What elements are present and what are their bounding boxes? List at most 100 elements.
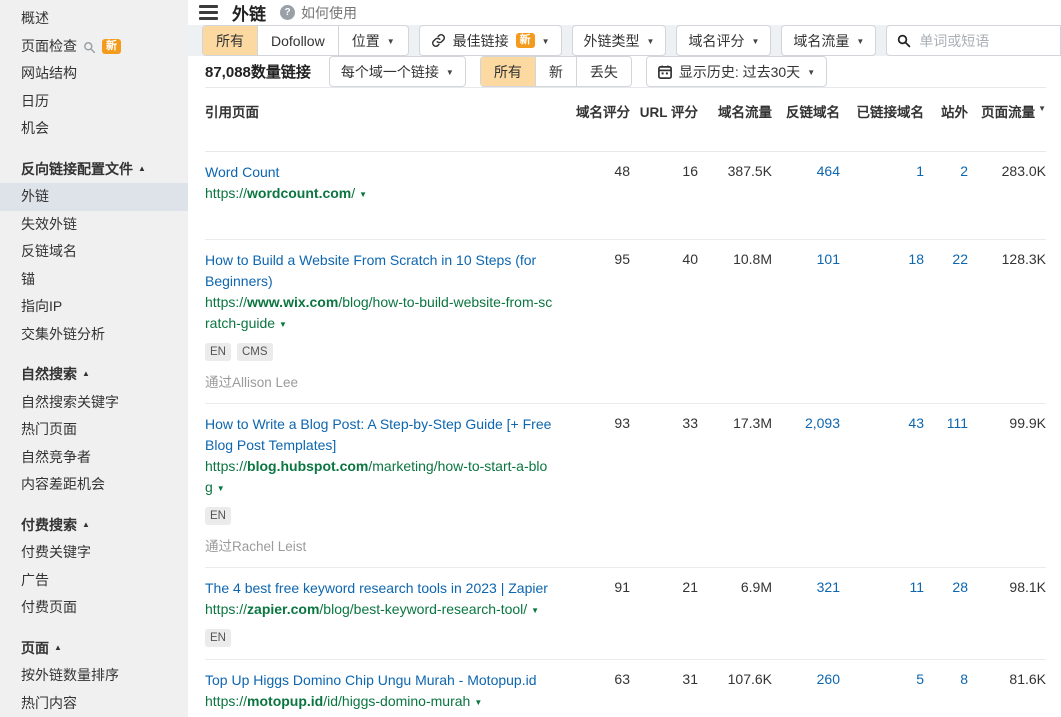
col-linked-domains[interactable]: 已链接域名 [840,101,924,121]
help-link[interactable]: ? 如何使用 [280,3,357,23]
filter-dofollow[interactable]: Dofollow [258,26,339,55]
status-lost[interactable]: 丢失 [577,57,631,86]
referring-domains-link[interactable]: 2,093 [772,414,840,431]
external-links-link[interactable]: 22 [924,250,968,267]
external-links-link[interactable]: 2 [924,162,968,179]
sidebar-section-organic-search[interactable]: 自然搜索 ▲ [0,361,188,389]
domain-rating-value: 91 [564,578,630,595]
menu-icon[interactable] [199,5,218,20]
sidebar-item-overview[interactable]: 概述 [0,5,188,33]
sidebar-item-site-structure[interactable]: 网站结构 [0,60,188,88]
referring-domains-link[interactable]: 321 [772,578,840,595]
status-all[interactable]: 所有 [481,57,536,86]
filter-all[interactable]: 所有 [203,26,258,55]
sidebar-item-organic-competitors[interactable]: 自然竞争者 [0,444,188,472]
external-links-link[interactable]: 111 [924,414,968,431]
search-input[interactable] [919,33,1061,49]
filter-position-dropdown[interactable]: 位置 ▼ [339,26,408,55]
sidebar-item-content-gap[interactable]: 内容差距机会 [0,471,188,499]
col-domain-rating[interactable]: 域名评分 [564,101,630,121]
table-row: How to Build a Website From Scratch in 1… [205,240,1046,404]
best-links-dropdown[interactable]: 最佳链接 新 ▼ [419,25,562,56]
referring-page-url[interactable]: https://www.wix.com/blog/how-to-build-we… [205,292,554,336]
caret-down-icon: ▼ [647,37,655,46]
linked-domains-link[interactable]: 43 [840,414,924,431]
caret-down-icon[interactable]: ▼ [217,484,225,493]
referring-page-link[interactable]: The 4 best free keyword research tools i… [205,578,554,599]
sidebar-item-link-intersect[interactable]: 交集外链分析 [0,321,188,349]
sidebar-item-top-content[interactable]: 热门内容 [0,690,188,717]
sidebar-item-paid-keywords[interactable]: 付费关键字 [0,539,188,567]
caret-down-icon: ▼ [387,37,395,46]
search-icon [83,41,96,54]
table-header: 引用页面 域名评分 URL 评分 域名流量 反链域名 已链接域名 站外 页面流量… [205,87,1046,152]
caret-down-icon[interactable]: ▼ [531,606,539,615]
linked-domains-link[interactable]: 11 [840,578,924,595]
calendar-icon [658,65,672,79]
referring-page-link[interactable]: How to Write a Blog Post: A Step-by-Step… [205,414,554,456]
domain-rating-value: 95 [564,250,630,267]
linked-domains-link[interactable]: 5 [840,670,924,687]
language-badge: EN [205,629,231,647]
backlink-type-dropdown[interactable]: 外链类型 ▼ [572,25,667,56]
domain-traffic-value: 10.8M [698,250,772,267]
new-badge: 新 [516,33,535,48]
sidebar-item-ads[interactable]: 广告 [0,567,188,595]
referring-page-link[interactable]: Word Count [205,162,554,183]
domain-traffic-value: 387.5K [698,162,772,179]
one-link-per-domain-dropdown[interactable]: 每个域一个链接 ▼ [329,56,466,87]
col-page-traffic-sorted[interactable]: 页面流量 ▼ [968,101,1046,121]
caret-down-icon: ▼ [446,68,454,77]
caret-down-icon[interactable]: ▼ [279,320,287,329]
page-traffic-value: 283.0K [968,162,1046,179]
sidebar-item-best-by-links[interactable]: 按外链数量排序 [0,662,188,690]
sidebar-section-paid-search[interactable]: 付费搜索 ▲ [0,512,188,540]
referring-page-url[interactable]: https://blog.hubspot.com/marketing/how-t… [205,456,554,500]
col-referring-domains[interactable]: 反链域名 [772,101,840,121]
sidebar-item-paid-pages[interactable]: 付费页面 [0,594,188,622]
sidebar-item-referring-domains[interactable]: 反链域名 [0,238,188,266]
referring-domains-link[interactable]: 101 [772,250,840,267]
caret-down-icon: ▼ [856,37,864,46]
url-rating-value: 40 [630,250,698,267]
domain-rating-dropdown[interactable]: 域名评分 ▼ [676,25,771,56]
external-links-link[interactable]: 28 [924,578,968,595]
caret-down-icon[interactable]: ▼ [474,698,482,707]
history-dropdown[interactable]: 显示历史: 过去30天 ▼ [646,56,827,87]
status-new[interactable]: 新 [536,57,577,86]
sidebar-item-top-pages[interactable]: 热门页面 [0,416,188,444]
page-traffic-value: 98.1K [968,578,1046,595]
sidebar-item-backlinks[interactable]: 外链 [0,183,188,211]
referring-domains-link[interactable]: 464 [772,162,840,179]
col-domain-traffic[interactable]: 域名流量 [698,101,772,121]
referring-page-url[interactable]: https://motopup.id/id/higgs-domino-murah… [205,691,554,714]
sidebar-item-calendar[interactable]: 日历 [0,88,188,116]
referring-page-url[interactable]: https://wordcount.com/▼ [205,183,554,206]
external-links-link[interactable]: 8 [924,670,968,687]
sidebar-item-page-check[interactable]: 页面检查 新 [0,33,188,61]
total-backlinks-count: 87,088数量链接 [205,61,311,82]
sidebar-item-broken-backlinks[interactable]: 失效外链 [0,211,188,239]
domain-rating-value: 48 [564,162,630,179]
caret-down-icon[interactable]: ▼ [359,190,367,199]
col-external[interactable]: 站外 [924,101,968,121]
sidebar-item-organic-keywords[interactable]: 自然搜索关键字 [0,389,188,417]
linked-domains-link[interactable]: 18 [840,250,924,267]
linked-domains-link[interactable]: 1 [840,162,924,179]
col-referring-page[interactable]: 引用页面 [205,101,564,121]
sidebar-section-backlink-profile[interactable]: 反向链接配置文件 ▲ [0,156,188,184]
sidebar-item-anchors[interactable]: 锚 [0,266,188,294]
domain-traffic-dropdown[interactable]: 域名流量 ▼ [781,25,876,56]
referring-page-url[interactable]: https://zapier.com/blog/best-keyword-res… [205,599,554,622]
page-title: 外链 [232,0,266,25]
new-badge: 新 [102,39,121,54]
referring-page-link[interactable]: How to Build a Website From Scratch in 1… [205,250,554,292]
sidebar-item-opportunities[interactable]: 机会 [0,115,188,143]
col-url-rating[interactable]: URL 评分 [630,101,698,121]
referring-domains-link[interactable]: 260 [772,670,840,687]
referring-page-link[interactable]: Top Up Higgs Domino Chip Ungu Murah - Mo… [205,670,554,691]
main-content: 外链 ? 如何使用 所有 Dofollow 位置 ▼ 最佳链接 新 ▼ 外链类型… [188,0,1061,717]
sidebar-section-pages[interactable]: 页面 ▲ [0,635,188,663]
sidebar-item-referring-ips[interactable]: 指向IP [0,293,188,321]
caret-down-icon: ▼ [807,68,815,77]
